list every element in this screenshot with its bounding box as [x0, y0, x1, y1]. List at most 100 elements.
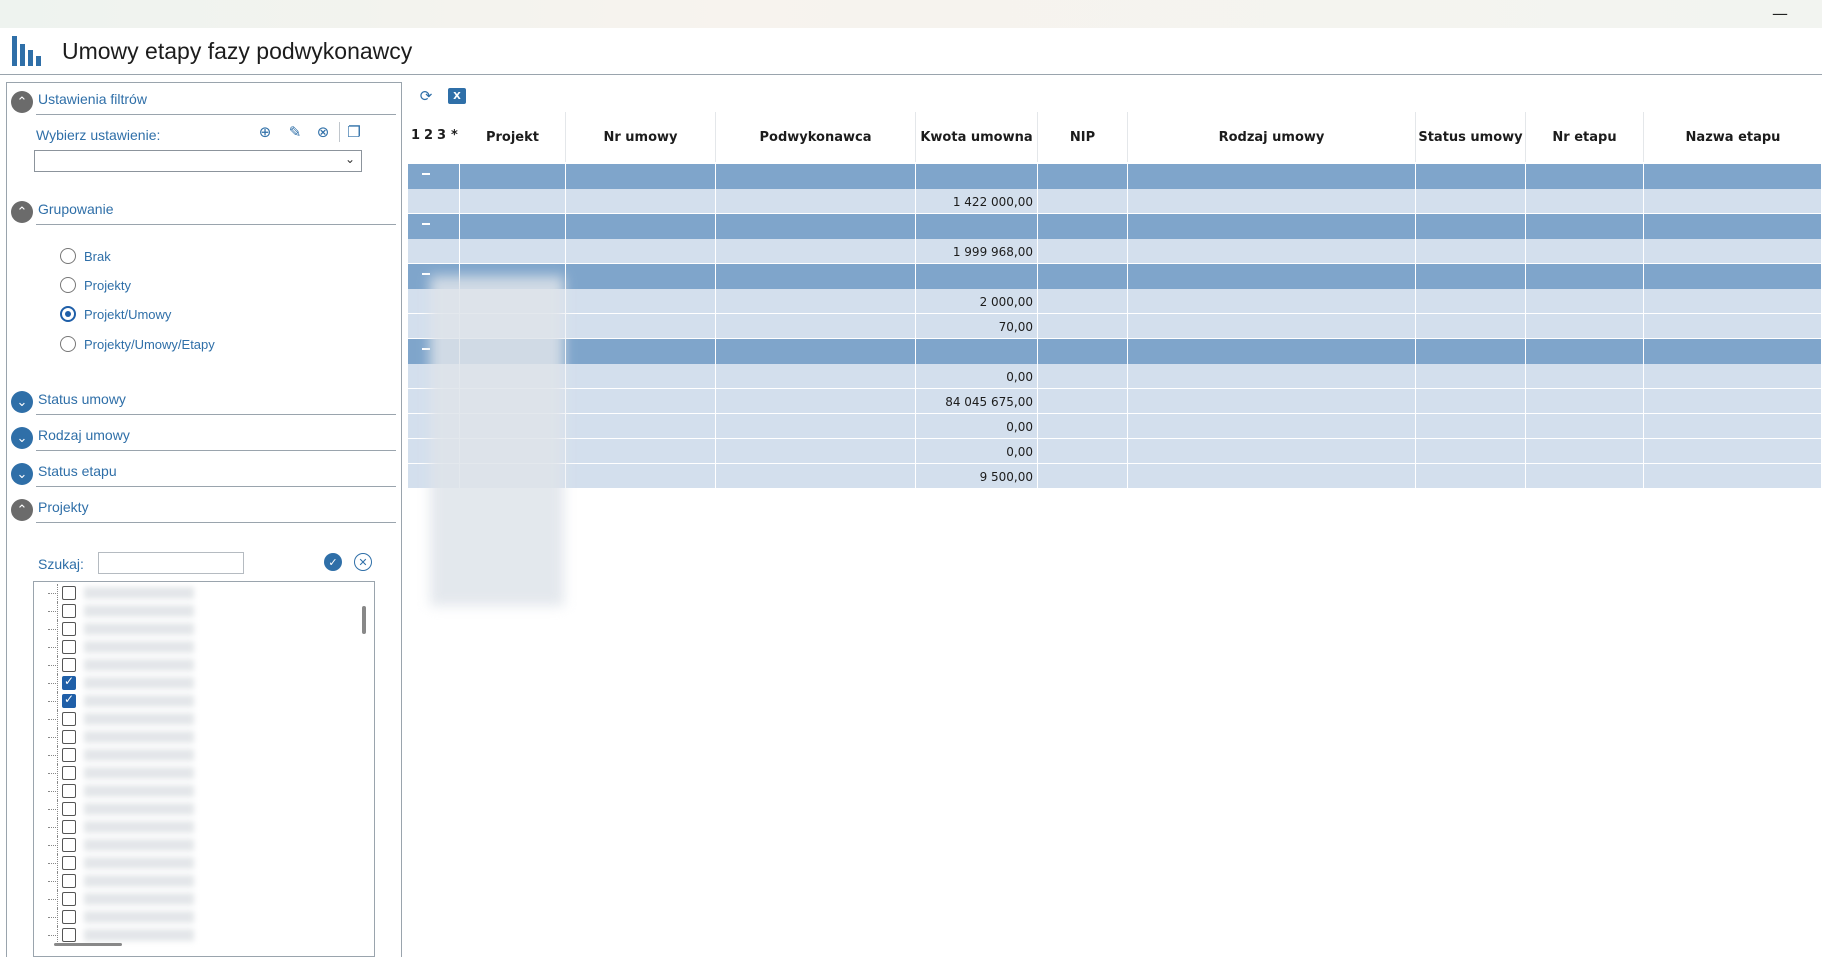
check-icon[interactable]: ✓: [324, 553, 342, 571]
radio-option-projekty-umowy-etapy[interactable]: Projekty/Umowy/Etapy: [60, 334, 215, 354]
radio-circle[interactable]: [60, 306, 76, 322]
group-row[interactable]: [408, 164, 1822, 189]
column-header-rodzaj-umowy[interactable]: Rodzaj umowy: [1128, 112, 1416, 162]
expand-icon[interactable]: ⌄: [11, 463, 33, 485]
column-header-status-umowy[interactable]: Status umowy: [1416, 112, 1526, 162]
tree-item-checkbox[interactable]: [62, 928, 76, 942]
tree-item[interactable]: [44, 764, 354, 782]
column-header-nazwa-etapu[interactable]: Nazwa etapu: [1644, 112, 1822, 162]
horizontal-scrollbar[interactable]: [54, 943, 122, 946]
minimize-button[interactable]: —: [1772, 4, 1788, 23]
tree-item[interactable]: [44, 800, 354, 818]
tree-item-checkbox[interactable]: [62, 856, 76, 870]
tree-item-checkbox[interactable]: [62, 730, 76, 744]
refresh-icon[interactable]: ⟳: [416, 86, 436, 106]
column-header-projekt[interactable]: Projekt: [460, 112, 566, 162]
tree-item-checkbox[interactable]: [62, 692, 76, 708]
tree-item[interactable]: [44, 602, 354, 620]
collapse-group-icon[interactable]: [422, 348, 430, 350]
collapse-group-icon[interactable]: [422, 273, 430, 275]
radio-option-projekt-umowy[interactable]: Projekt/Umowy: [60, 304, 171, 324]
radio-option-brak[interactable]: Brak: [60, 246, 111, 266]
radio-circle[interactable]: [60, 336, 76, 352]
tree-item-checkbox[interactable]: [62, 748, 76, 762]
tree-item-checkbox[interactable]: [62, 892, 76, 906]
projects-tree[interactable]: [33, 581, 375, 957]
tree-item-checkbox[interactable]: [62, 910, 76, 924]
tree-item[interactable]: [44, 926, 354, 944]
setting-select[interactable]: ⌄: [34, 150, 362, 172]
delete-icon[interactable]: ⊗: [313, 122, 333, 142]
tree-item[interactable]: [44, 890, 354, 908]
tree-item-checkbox[interactable]: [62, 802, 76, 816]
tree-item-checkbox[interactable]: [62, 712, 76, 726]
tree-item[interactable]: [44, 710, 354, 728]
excel-export-icon[interactable]: X: [448, 88, 466, 104]
vertical-scrollbar[interactable]: [362, 606, 366, 634]
table-row[interactable]: 70,00: [408, 314, 1822, 339]
group-level-all[interactable]: *: [451, 128, 458, 143]
column-header-nr-umowy[interactable]: Nr umowy: [566, 112, 716, 162]
tree-item[interactable]: [44, 854, 354, 872]
table-row[interactable]: 0,00: [408, 439, 1822, 464]
table-row[interactable]: 1 999 968,00: [408, 239, 1822, 264]
collapse-group-icon[interactable]: [422, 223, 430, 225]
tree-item[interactable]: [44, 746, 354, 764]
tree-item-checkbox[interactable]: [62, 820, 76, 834]
table-row[interactable]: 0,00: [408, 364, 1822, 389]
clear-icon[interactable]: ✕: [354, 553, 372, 571]
expand-icon[interactable]: ⌄: [11, 391, 33, 413]
tree-item-checkbox[interactable]: [62, 838, 76, 852]
group-level-2[interactable]: 2: [424, 128, 433, 143]
tree-item-checkbox[interactable]: [62, 604, 76, 618]
redacted-code: [84, 695, 194, 707]
group-row[interactable]: [408, 214, 1822, 239]
tree-item[interactable]: [44, 674, 354, 692]
tree-item[interactable]: [44, 620, 354, 638]
table-row[interactable]: 2 000,00: [408, 289, 1822, 314]
tree-item[interactable]: [44, 908, 354, 926]
tree-item[interactable]: [44, 584, 354, 602]
tree-item[interactable]: [44, 818, 354, 836]
tree-item-checkbox[interactable]: [62, 874, 76, 888]
tree-item-checkbox[interactable]: [62, 622, 76, 636]
group-row[interactable]: [408, 339, 1822, 364]
collapse-icon[interactable]: ⌃: [11, 201, 33, 223]
tree-item-checkbox[interactable]: [62, 674, 76, 690]
column-header-kwota-umowna[interactable]: Kwota umowna: [916, 112, 1038, 162]
collapse-group-icon[interactable]: [422, 173, 430, 175]
table-row[interactable]: 84 045 675,00: [408, 389, 1822, 414]
search-input[interactable]: [98, 552, 244, 574]
table-row[interactable]: 9 500,00: [408, 464, 1822, 489]
radio-option-projekty[interactable]: Projekty: [60, 275, 131, 295]
table-cell: [716, 189, 916, 214]
tree-item-checkbox[interactable]: [62, 658, 76, 672]
radio-circle[interactable]: [60, 248, 76, 264]
tree-item-checkbox[interactable]: [62, 586, 76, 600]
tree-item[interactable]: [44, 782, 354, 800]
table-row[interactable]: 1 422 000,00: [408, 189, 1822, 214]
group-level-1[interactable]: 1: [411, 128, 420, 143]
column-header-podwykonawca[interactable]: Podwykonawca: [716, 112, 916, 162]
tree-item-checkbox[interactable]: [62, 640, 76, 654]
group-row[interactable]: [408, 264, 1822, 289]
expand-icon[interactable]: ⌄: [11, 427, 33, 449]
collapse-icon[interactable]: ⌃: [11, 499, 33, 521]
group-level-3[interactable]: 3: [437, 128, 446, 143]
collapse-icon[interactable]: ⌃: [11, 91, 33, 113]
tree-item[interactable]: [44, 656, 354, 674]
tree-item[interactable]: [44, 728, 354, 746]
table-row[interactable]: 0,00: [408, 414, 1822, 439]
tree-item-checkbox[interactable]: [62, 784, 76, 798]
column-header-nip[interactable]: NIP: [1038, 112, 1128, 162]
tree-item[interactable]: [44, 872, 354, 890]
add-icon[interactable]: ⊕: [255, 122, 275, 142]
copy-icon[interactable]: ❐: [344, 122, 364, 142]
edit-icon[interactable]: ✎: [285, 122, 305, 142]
tree-item[interactable]: [44, 692, 354, 710]
column-header-nr-etapu[interactable]: Nr etapu: [1526, 112, 1644, 162]
tree-item-checkbox[interactable]: [62, 766, 76, 780]
radio-circle[interactable]: [60, 277, 76, 293]
tree-item[interactable]: [44, 836, 354, 854]
tree-item[interactable]: [44, 638, 354, 656]
